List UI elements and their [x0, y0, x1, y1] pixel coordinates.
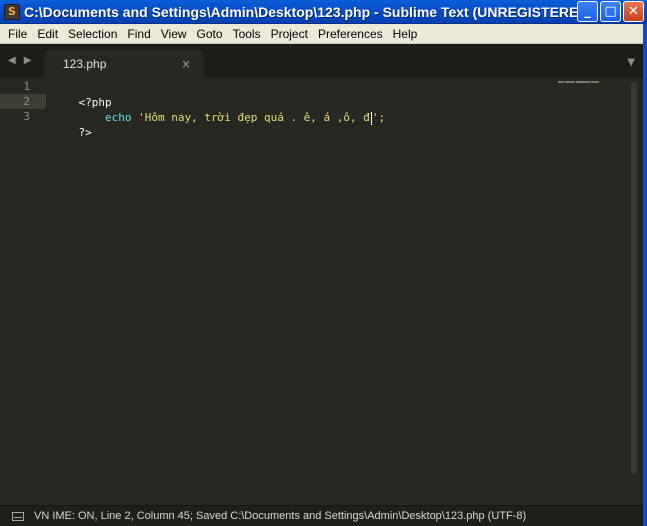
status-bar: VN IME: ON, Line 2, Column 45; Saved C:\…	[0, 505, 643, 526]
tab-nav-arrows: ◀ ▶	[8, 55, 31, 66]
close-button[interactable]: ✕	[623, 1, 644, 22]
tab-label: 123.php	[63, 57, 107, 71]
window-title: C:\Documents and Settings\Admin\Desktop\…	[24, 3, 594, 20]
title-bar[interactable]: S C:\Documents and Settings\Admin\Deskto…	[0, 0, 647, 24]
vertical-scrollbar[interactable]	[631, 82, 637, 474]
code-line-2[interactable]: echo 'Hôm nay, trời đẹp quá . ê, á ,ô, đ…	[52, 95, 385, 125]
maximize-button[interactable]: □	[600, 1, 621, 22]
minimize-button[interactable]: _	[577, 1, 598, 22]
menu-project[interactable]: Project	[266, 27, 313, 41]
tab-bar: ◀ ▶ 123.php × ▼	[0, 44, 643, 78]
minimap[interactable]	[558, 80, 600, 83]
code-line-1[interactable]: <?php	[52, 80, 112, 109]
status-text: VN IME: ON, Line 2, Column 45; Saved C:\…	[34, 510, 527, 522]
line-number: 3	[23, 110, 30, 123]
window-controls: _ □ ✕	[577, 1, 644, 22]
window-border	[643, 24, 647, 526]
string-literal: 'Hôm nay, trời đẹp quá . ê, á ,ô, đ	[131, 111, 370, 124]
menu-tools[interactable]: Tools	[228, 27, 266, 41]
menu-bar: File Edit Selection Find View Goto Tools…	[0, 24, 643, 44]
code-editor[interactable]: 1 2 3 <?php echo 'Hôm nay, trời đẹp quá …	[0, 78, 643, 505]
tab-123-php[interactable]: 123.php ×	[44, 50, 204, 78]
menu-goto[interactable]: Goto	[192, 27, 228, 41]
menu-edit[interactable]: Edit	[32, 27, 63, 41]
string-literal-end: ';	[371, 111, 386, 124]
menu-file[interactable]: File	[3, 27, 32, 41]
menu-find[interactable]: Find	[122, 27, 155, 41]
menu-selection[interactable]: Selection	[63, 27, 122, 41]
tab-dropdown-icon[interactable]: ▼	[627, 57, 635, 68]
sublime-app-icon: S	[4, 3, 20, 20]
menu-help[interactable]: Help	[388, 27, 423, 41]
tab-forward-icon[interactable]: ▶	[24, 55, 32, 66]
tab-close-icon[interactable]: ×	[181, 57, 191, 71]
echo-keyword: echo	[105, 111, 132, 124]
tab-back-icon[interactable]: ◀	[8, 55, 16, 66]
line-number-gutter: 1 2 3	[0, 78, 46, 505]
menu-view[interactable]: View	[156, 27, 192, 41]
menu-preferences[interactable]: Preferences	[313, 27, 388, 41]
line-number: 2	[23, 95, 30, 108]
line-number: 1	[23, 80, 30, 93]
panel-toggle-icon[interactable]	[12, 511, 24, 521]
php-close-tag: ?>	[78, 126, 92, 139]
code-line-3[interactable]: ?>	[52, 110, 92, 139]
